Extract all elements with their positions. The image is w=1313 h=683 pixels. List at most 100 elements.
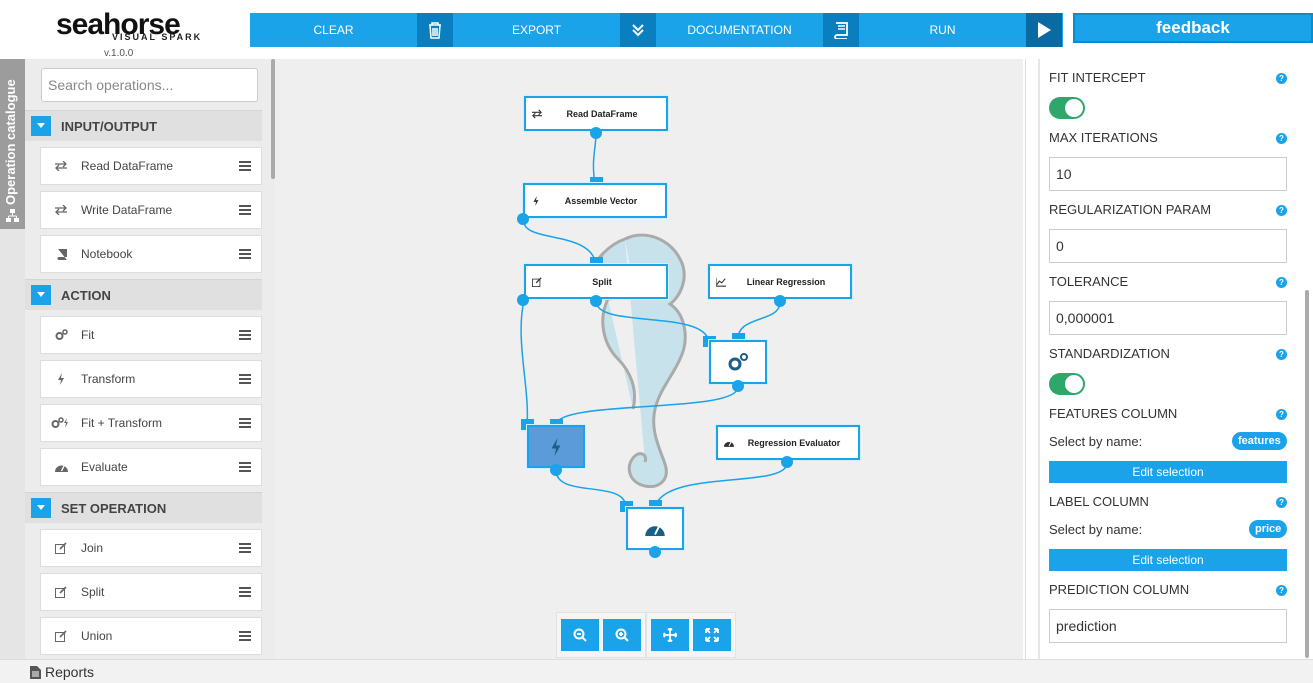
operation-item[interactable]: Read DataFrame	[40, 147, 262, 185]
output-port[interactable]	[649, 546, 661, 558]
operation-label: Read DataFrame	[81, 159, 174, 173]
fit-screen-icon[interactable]	[693, 619, 731, 651]
node-linear-regression[interactable]: Linear Regression	[708, 264, 852, 299]
play-icon[interactable]	[1026, 13, 1062, 47]
node-transform[interactable]	[527, 425, 585, 468]
operation-catalogue: INPUT/OUTPUT Read DataFrame Write DataFr…	[25, 59, 275, 659]
operation-item[interactable]: Transform	[40, 360, 262, 398]
documentation-button[interactable]: DOCUMENTATION	[656, 13, 823, 47]
operation-item[interactable]: Write DataFrame	[40, 191, 262, 229]
panel-divider	[1038, 59, 1040, 659]
prediction-column-label: PREDICTION COLUMN	[1049, 582, 1190, 597]
main-toolbar: CLEAR EXPORT DOCUMENTATION RUN	[250, 13, 1063, 47]
output-port[interactable]	[517, 294, 529, 306]
drag-handle-icon[interactable]	[239, 587, 251, 597]
node-fit[interactable]	[709, 340, 767, 384]
category-input-output[interactable]: INPUT/OUTPUT	[25, 110, 262, 141]
run-button[interactable]: RUN	[859, 13, 1026, 47]
dashboard-icon	[645, 526, 665, 536]
node-label: Read DataFrame	[566, 108, 638, 119]
help-icon[interactable]: ?	[1276, 73, 1287, 84]
edit-icon	[54, 585, 68, 599]
features-badge: features	[1232, 432, 1287, 450]
node-evaluate[interactable]	[626, 507, 684, 550]
standardization-toggle[interactable]	[1049, 373, 1085, 395]
drag-handle-icon[interactable]	[239, 462, 251, 472]
reports-button[interactable]: Reports	[30, 664, 94, 680]
operation-label: Fit + Transform	[81, 416, 163, 430]
bolt-icon	[54, 372, 68, 386]
drag-handle-icon[interactable]	[239, 330, 251, 340]
drag-handle-icon[interactable]	[239, 631, 251, 641]
arrows-exchange-icon	[54, 203, 68, 217]
search-operations-input[interactable]	[41, 68, 258, 102]
drag-handle-icon[interactable]	[239, 249, 251, 259]
output-port[interactable]	[732, 380, 744, 392]
left-rail	[0, 229, 25, 659]
category-set-operation[interactable]: SET OPERATION	[25, 492, 262, 523]
help-icon[interactable]: ?	[1276, 497, 1287, 508]
move-icon[interactable]	[651, 619, 689, 651]
file-text-icon	[30, 665, 41, 679]
help-icon[interactable]: ?	[1276, 409, 1287, 420]
features-column-label: FEATURES COLUMN	[1049, 406, 1178, 421]
help-icon[interactable]: ?	[1276, 133, 1287, 144]
features-edit-selection-button[interactable]: Edit selection	[1049, 461, 1287, 483]
drag-handle-icon[interactable]	[239, 161, 251, 171]
operation-item[interactable]: Fit	[40, 316, 262, 354]
prediction-column-input[interactable]	[1049, 609, 1287, 643]
label-column-label: LABEL COLUMN	[1049, 494, 1149, 509]
help-icon[interactable]: ?	[1276, 277, 1287, 288]
fit-intercept-toggle[interactable]	[1049, 97, 1085, 119]
drag-handle-icon[interactable]	[239, 543, 251, 553]
output-port[interactable]	[550, 464, 562, 476]
operation-catalogue-tab-label: Operation catalogue	[3, 79, 18, 205]
regularization-param-input[interactable]	[1049, 229, 1287, 263]
category-action[interactable]: ACTION	[25, 279, 262, 310]
label-edit-selection-button[interactable]: Edit selection	[1049, 549, 1287, 571]
collapse-toggle-icon[interactable]	[31, 498, 51, 518]
zoom-in-icon[interactable]	[603, 619, 641, 651]
collapse-toggle-icon[interactable]	[31, 285, 51, 305]
help-icon[interactable]: ?	[1276, 585, 1287, 596]
output-port[interactable]	[517, 213, 529, 225]
features-select-text: Select by name:	[1049, 434, 1143, 449]
node-label: Split	[592, 276, 612, 287]
operation-item[interactable]: Notebook	[40, 235, 262, 273]
panel-scrollbar[interactable]	[1305, 290, 1309, 658]
operation-item[interactable]: Fit + Transform	[40, 404, 262, 442]
output-port[interactable]	[590, 295, 602, 307]
export-button[interactable]: EXPORT	[453, 13, 620, 47]
help-icon[interactable]: ?	[1276, 349, 1287, 360]
trash-icon[interactable]	[417, 13, 453, 47]
node-split[interactable]: Split	[524, 264, 668, 299]
operation-item[interactable]: Evaluate	[40, 448, 262, 486]
node-read-dataframe[interactable]: Read DataFrame	[524, 96, 668, 131]
drag-handle-icon[interactable]	[239, 374, 251, 384]
operation-label: Write DataFrame	[81, 203, 173, 217]
help-icon[interactable]: ?	[1276, 205, 1287, 216]
feedback-button[interactable]: feedback	[1073, 13, 1313, 43]
operation-catalogue-tab[interactable]: Operation catalogue	[0, 59, 25, 229]
operation-item[interactable]: Split	[40, 573, 262, 611]
clear-button[interactable]: CLEAR	[250, 13, 417, 47]
drag-handle-icon[interactable]	[239, 205, 251, 215]
output-port[interactable]	[781, 456, 793, 468]
zoom-out-icon[interactable]	[561, 619, 599, 651]
chevrons-down-icon[interactable]	[620, 13, 656, 47]
book-icon[interactable]	[823, 13, 859, 47]
output-port[interactable]	[590, 127, 602, 139]
drag-handle-icon[interactable]	[239, 418, 251, 428]
tolerance-input[interactable]	[1049, 301, 1287, 335]
workflow-canvas[interactable]: Read DataFrame Assemble Vector Split Lin…	[275, 59, 1023, 659]
edit-icon	[54, 629, 68, 643]
output-port[interactable]	[774, 295, 786, 307]
edit-icon	[54, 541, 68, 555]
node-regression-evaluator[interactable]: Regression Evaluator	[716, 425, 860, 460]
zoom-group	[556, 612, 646, 658]
max-iterations-input[interactable]	[1049, 157, 1287, 191]
node-assemble-vector[interactable]: Assemble Vector	[523, 183, 667, 218]
collapse-toggle-icon[interactable]	[31, 116, 51, 136]
operation-item[interactable]: Join	[40, 529, 262, 567]
operation-item[interactable]: Union	[40, 617, 262, 655]
